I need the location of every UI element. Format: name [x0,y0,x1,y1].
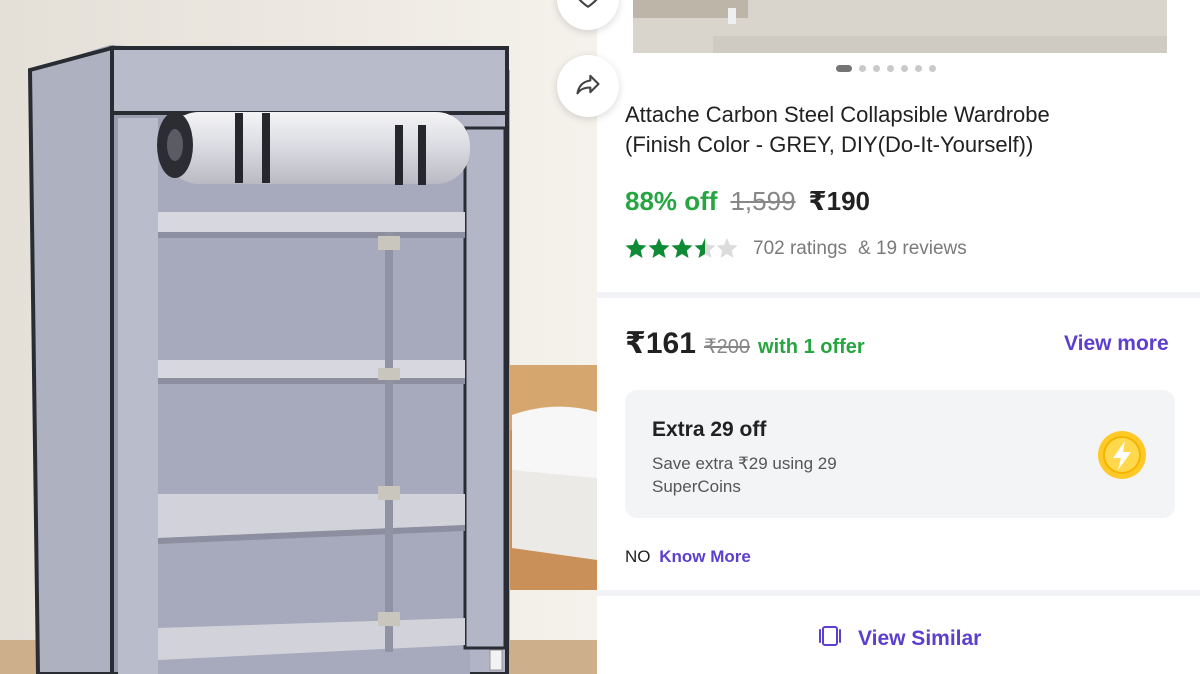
supercoins-card[interactable]: Extra 29 off Save extra ₹29 using 29 Sup… [625,390,1175,518]
discount-percent: 88% off [625,186,718,216]
pagination-dot[interactable] [873,65,880,72]
supercoins-subtitle: Save extra ₹29 using 29 SuperCoins [652,454,837,496]
know-more-link[interactable]: Know More [659,547,751,566]
know-prefix: NO [625,547,651,566]
offer-mrp: ₹200 [703,336,751,358]
pagination-dot[interactable] [859,65,866,72]
star-rating [625,237,738,261]
product-title-line1: Attache Carbon Steel Collapsible Wardrob… [625,102,1050,127]
gallery-preview [633,0,1167,53]
product-title: Attache Carbon Steel Collapsible Wardrob… [625,100,1165,160]
view-similar-label: View Similar [858,627,982,650]
pagination-dot[interactable] [887,65,894,72]
supercoins-title: Extra 29 off [652,418,767,441]
gallery-pagination [836,65,936,72]
mrp-price: 1,599 [730,186,796,216]
pagination-dot[interactable] [901,65,908,72]
stars-icon [625,238,738,258]
pagination-dot[interactable] [915,65,922,72]
product-image[interactable] [0,0,597,674]
section-divider [597,292,1200,298]
heart-icon [575,0,601,15]
product-title-line2: (Finish Color - GREY, DIY(Do-It-Yourself… [625,132,1034,157]
pagination-dot[interactable] [836,65,852,72]
ratings-count: 702 ratings [753,238,848,259]
price-row: 88% off 1,599 ₹190 [625,186,870,217]
similar-icon [815,624,845,654]
reviews-count: & 19 reviews [858,238,967,259]
pagination-dot[interactable] [929,65,936,72]
wardrobe-illustration [0,0,597,674]
offer-count-text: with 1 offer [758,336,865,358]
section-divider [597,590,1200,596]
offer-price: ₹161 [625,327,696,360]
rating-row[interactable]: 702 ratings & 19 reviews [625,237,967,261]
view-similar-button[interactable]: View Similar [815,624,981,654]
lightning-coin-icon [1097,430,1147,480]
selling-price: ₹190 [808,186,871,216]
gallery-image-strip[interactable] [633,0,1167,53]
know-more-row: NO Know More [625,547,751,567]
view-more-link[interactable]: View more [1064,332,1169,356]
offer-price-row: ₹161 ₹200 with 1 offer [625,326,865,361]
share-icon [574,70,602,103]
share-button[interactable] [557,55,619,117]
